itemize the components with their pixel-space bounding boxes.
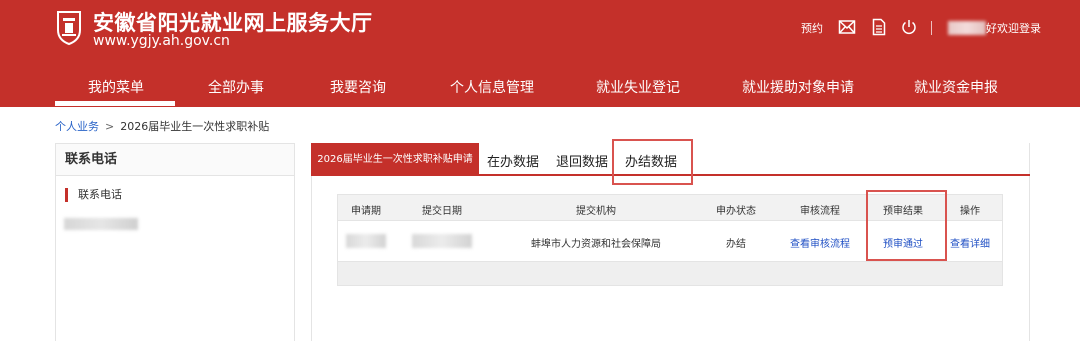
tab-returned[interactable]: 退回数据: [556, 151, 608, 170]
col-header-flow: 审核流程: [800, 206, 840, 217]
nav-personal-info[interactable]: 个人信息管理: [450, 77, 534, 97]
view-detail-link[interactable]: 查看详细: [950, 235, 990, 250]
cell-status: 办结: [726, 239, 746, 250]
cell-org: 蚌埠市人力资源和社会保障局: [531, 239, 661, 250]
col-header-org: 提交机构: [576, 206, 616, 217]
top-header: 安徽省阳光就业网上服务大厅 www.ygjy.ah.gov.cn 预约 好欢迎登…: [0, 0, 1080, 107]
nav-aid-application[interactable]: 就业援助对象申请: [742, 77, 854, 97]
site-url: www.ygjy.ah.gov.cn: [93, 33, 230, 49]
blurred-period: [346, 234, 386, 248]
nav-employment-registration[interactable]: 就业失业登记: [596, 77, 680, 97]
mail-icon[interactable]: [838, 18, 856, 36]
blurred-submit-date: [412, 234, 472, 248]
breadcrumb: 个人业务 >2026届毕业生一次性求职补贴: [55, 118, 269, 134]
view-flow-link[interactable]: 查看审核流程: [790, 235, 850, 250]
nav-all-services[interactable]: 全部办事: [208, 77, 264, 97]
breadcrumb-root-link[interactable]: 个人业务: [55, 120, 99, 133]
tab-in-progress[interactable]: 在办数据: [487, 151, 539, 170]
blurred-username: [948, 21, 986, 35]
highlight-box-result-column: [866, 190, 947, 261]
breadcrumb-current: 2026届毕业生一次性求职补贴: [120, 120, 270, 133]
sidebar-title: 联系电话: [56, 144, 294, 176]
nav-fund-declaration[interactable]: 就业资金申报: [914, 77, 998, 97]
welcome-text: 好欢迎登录: [986, 22, 1041, 35]
col-header-action: 操作: [960, 206, 980, 217]
header-divider: [931, 21, 932, 35]
document-icon[interactable]: [870, 18, 888, 36]
nav-my-menu[interactable]: 我的菜单: [88, 77, 144, 97]
power-icon[interactable]: [900, 18, 918, 36]
table-footer: [338, 261, 1002, 285]
appointment-link[interactable]: 预约: [801, 20, 823, 36]
col-header-submit-date: 提交日期: [422, 206, 462, 217]
tab-subsidy-application[interactable]: 2026届毕业生一次性求职补贴申请: [311, 143, 479, 176]
logo-emblem-icon: [57, 11, 81, 46]
breadcrumb-separator: >: [105, 120, 115, 133]
col-header-period: 申请期: [351, 206, 381, 217]
nav-active-indicator: [55, 101, 175, 106]
nav-consult[interactable]: 我要咨询: [330, 77, 386, 97]
blurred-phone-number: [64, 218, 138, 230]
col-header-status: 申办状态: [716, 206, 756, 217]
highlight-box-completed-tab: [612, 139, 693, 185]
sidebar-item-contact-phone[interactable]: 联系电话: [65, 188, 122, 202]
contact-sidebar: 联系电话 联系电话: [55, 143, 295, 341]
